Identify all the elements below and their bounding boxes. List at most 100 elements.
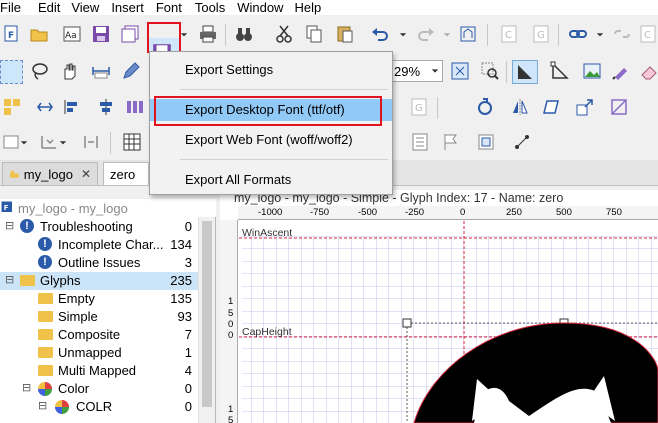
bookmark-icon[interactable]: [474, 130, 498, 154]
layout-dropdown-icon[interactable]: [18, 130, 30, 154]
link-icon[interactable]: [566, 22, 590, 46]
zoom-value: 29%: [394, 64, 421, 79]
metrics-dropdown-icon[interactable]: [57, 130, 69, 154]
menu-item-export-settings[interactable]: Export Settings: [150, 59, 392, 81]
tree-row-empty[interactable]: Empty 135: [0, 290, 198, 308]
transform-icon[interactable]: [607, 95, 631, 119]
main-toolbar: F Aa F: [0, 16, 658, 68]
flag-icon[interactable]: [439, 130, 463, 154]
menu-view[interactable]: View: [71, 0, 108, 15]
tree-row-composite[interactable]: Composite 7: [0, 326, 198, 344]
menu-edit[interactable]: Edit: [38, 0, 69, 15]
save-all-icon[interactable]: [118, 22, 142, 46]
component-g-icon[interactable]: G: [529, 22, 553, 46]
find-binoculars-icon[interactable]: [232, 22, 256, 46]
tree-row-simple[interactable]: Simple 93: [0, 308, 198, 326]
glyph-editor[interactable]: my_logo - my_logo - Simple - Glyph Index…: [220, 190, 658, 423]
zoom-combobox[interactable]: 29%: [391, 60, 443, 82]
points-icon[interactable]: [510, 130, 534, 154]
measure-ruler-icon[interactable]: [89, 59, 113, 83]
kerning-icon[interactable]: [79, 130, 103, 154]
align-center-icon[interactable]: [94, 95, 118, 119]
pen-tool-icon[interactable]: [119, 59, 143, 83]
selection-tool-icon[interactable]: [0, 60, 23, 84]
distribute-icon[interactable]: [123, 95, 147, 119]
node-tool-icon[interactable]: [548, 59, 572, 83]
tree-scrollbar[interactable]: [198, 217, 215, 423]
mirror-icon[interactable]: [508, 95, 532, 119]
glyph-c-icon[interactable]: C: [636, 22, 658, 46]
zoom-selection-icon[interactable]: [478, 59, 502, 83]
skew-icon[interactable]: [539, 95, 563, 119]
scale-icon[interactable]: [573, 95, 597, 119]
horizontal-ruler: -1000 -750 -500 -250 0 250 500 750: [238, 206, 658, 220]
ruler-label: 1: [228, 296, 234, 307]
redo-dropdown-icon[interactable]: [441, 22, 453, 46]
collapse-icon[interactable]: ⊟: [5, 273, 14, 286]
tree-row-multi-mapped[interactable]: Multi Mapped 4: [0, 362, 198, 380]
open-folder-icon[interactable]: [27, 22, 51, 46]
menu-window[interactable]: Window: [237, 0, 292, 15]
font-preview-icon[interactable]: Aa: [60, 22, 84, 46]
redo-icon[interactable]: [414, 22, 438, 46]
menu-item-export-all-formats[interactable]: Export All Formats: [150, 169, 392, 191]
menu-help[interactable]: Help: [294, 0, 330, 15]
undo-dropdown-icon[interactable]: [397, 22, 409, 46]
font-info-icon[interactable]: [456, 22, 480, 46]
menu-tools[interactable]: Tools: [195, 0, 234, 15]
align-left-icon[interactable]: [60, 95, 84, 119]
menu-file[interactable]: File: [0, 0, 30, 15]
cut-icon[interactable]: [272, 22, 296, 46]
image-tool-icon[interactable]: [580, 59, 604, 83]
tree-row-outline-issues[interactable]: ! Outline Issues 3: [0, 254, 198, 272]
print-icon[interactable]: [196, 22, 220, 46]
tree-row-glyphs[interactable]: ⊟ Glyphs 235: [0, 272, 198, 290]
toolbar-separator: [487, 24, 488, 46]
tab-my-logo[interactable]: my_logo ✕: [2, 162, 98, 185]
scrollbar-thumb[interactable]: [202, 221, 212, 407]
pointer-tool-icon[interactable]: [512, 60, 538, 84]
tab-zero[interactable]: zero: [103, 162, 149, 185]
menu-insert[interactable]: Insert: [111, 0, 153, 15]
hand-tool-icon[interactable]: [57, 59, 81, 83]
undo-icon[interactable]: [368, 22, 392, 46]
rotate-icon[interactable]: [473, 95, 497, 119]
brush-icon[interactable]: [609, 59, 633, 83]
svg-text:G: G: [415, 103, 423, 114]
svg-text:G: G: [537, 30, 545, 41]
paste-icon[interactable]: [333, 22, 357, 46]
save-icon[interactable]: [89, 22, 113, 46]
new-font-icon[interactable]: F: [0, 22, 24, 46]
grid-align-icon[interactable]: [0, 95, 24, 119]
menu-separator: [180, 159, 388, 160]
glyph-g-icon[interactable]: G: [407, 95, 431, 119]
tree-row-incomplete[interactable]: ! Incomplete Char... 134: [0, 236, 198, 254]
glyph-canvas[interactable]: WinAscent CapHeight: [239, 221, 658, 423]
tree-row-color[interactable]: ⊟ Color 0: [0, 380, 198, 398]
tree-row-unmapped[interactable]: Unmapped 1: [0, 344, 198, 362]
collapse-icon[interactable]: ⊟: [38, 399, 47, 412]
menu-font[interactable]: Font: [156, 0, 191, 15]
close-icon[interactable]: ✕: [81, 167, 91, 181]
eraser-icon[interactable]: [637, 59, 658, 83]
glyph-list-icon[interactable]: [408, 130, 432, 154]
svg-text:Aa: Aa: [65, 31, 77, 41]
component-c-icon[interactable]: C: [497, 22, 521, 46]
grid-view-icon[interactable]: [120, 130, 144, 154]
unlink-icon[interactable]: [610, 22, 634, 46]
zoom-fit-icon[interactable]: [448, 59, 472, 83]
palette-icon: [38, 382, 52, 396]
ruler-label: -1000: [258, 207, 283, 218]
collapse-icon[interactable]: ⊟: [5, 219, 14, 232]
svg-text:F: F: [4, 204, 9, 212]
export-dropdown-arrow-icon[interactable]: [178, 22, 190, 46]
tree-row-colr[interactable]: ⊟ COLR 0: [0, 398, 198, 416]
folder-icon: [38, 329, 53, 340]
link-dropdown-icon[interactable]: [594, 22, 606, 46]
collapse-icon[interactable]: ⊟: [22, 381, 31, 394]
menu-item-export-web-font[interactable]: Export Web Font (woff/woff2): [150, 129, 392, 151]
copy-icon[interactable]: [302, 22, 326, 46]
flip-icon[interactable]: [33, 95, 57, 119]
tree-row-troubleshooting[interactable]: ⊟ ! Troubleshooting 0: [0, 218, 198, 236]
lasso-icon[interactable]: [28, 59, 52, 83]
